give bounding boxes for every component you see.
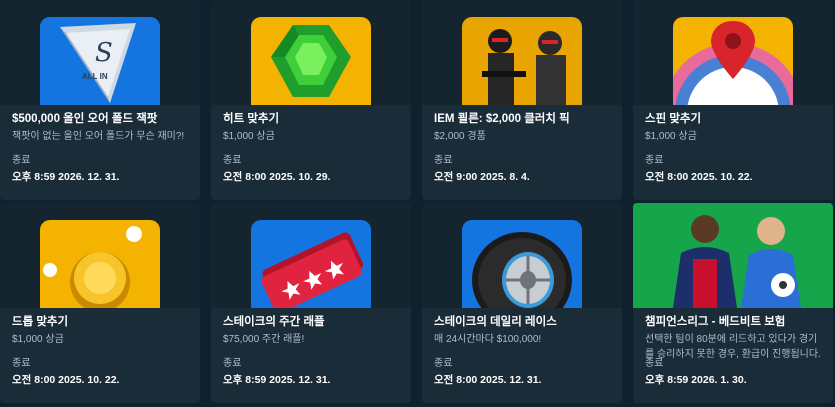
svg-text:ALL IN: ALL IN bbox=[82, 72, 108, 81]
end-time: 오후 8:59 2026. 1. 30. bbox=[645, 374, 747, 386]
promo-card-drop-match[interactable]: 드롭 맞추기 $1,000 상금 종료 오전 8:00 2025. 10. 22… bbox=[0, 203, 200, 403]
promo-subtitle: $75,000 주간 래플! bbox=[223, 334, 305, 345]
status-label: 종료 bbox=[223, 358, 242, 369]
status-label: 종료 bbox=[645, 358, 664, 369]
raffle-ticket-icon bbox=[251, 220, 371, 308]
promo-subtitle: $1,000 상금 bbox=[223, 131, 275, 142]
promo-end-info: 종료 오전 9:00 2025. 8. 4. bbox=[434, 154, 530, 184]
promo-title: 스테이크의 데일리 레이스 bbox=[434, 316, 557, 328]
plinko-ball-icon bbox=[40, 220, 160, 308]
end-time: 오전 9:00 2025. 8. 4. bbox=[434, 171, 530, 183]
all-in-chip-icon: S ALL IN bbox=[40, 17, 160, 105]
status-label: 종료 bbox=[434, 358, 453, 369]
end-time: 오후 8:59 2025. 12. 31. bbox=[223, 374, 331, 386]
promo-title: 스테이크의 주간 래플 bbox=[223, 316, 325, 328]
end-time: 오전 8:00 2025. 10. 22. bbox=[645, 171, 753, 183]
football-players-icon bbox=[633, 203, 833, 308]
end-time: 오전 8:00 2025. 12. 31. bbox=[434, 374, 542, 386]
promo-title: 히트 맞추기 bbox=[223, 113, 280, 125]
promo-subtitle: $2,000 경품 bbox=[434, 131, 486, 142]
racing-tire-icon bbox=[462, 220, 582, 308]
promo-end-info: 종료 오전 8:00 2025. 10. 29. bbox=[223, 154, 330, 184]
promo-end-info: 종료 오후 8:59 2025. 12. 31. bbox=[223, 357, 330, 387]
promo-card-daily-race[interactable]: 스테이크의 데일리 레이스 매 24시간마다 $100,000! 종료 오전 8… bbox=[422, 203, 622, 403]
promo-end-info: 종료 오전 8:00 2025. 10. 22. bbox=[645, 154, 752, 184]
promo-card-all-in-jackpot[interactable]: S ALL IN $500,000 올인 오어 폴드 잭팟 잭팟이 없는 올인 … bbox=[0, 0, 200, 200]
promo-end-info: 종료 오후 8:59 2026. 1. 30. bbox=[645, 357, 747, 387]
promo-subtitle: $1,000 상금 bbox=[645, 131, 697, 142]
emerald-gem-icon bbox=[251, 17, 371, 105]
status-label: 종료 bbox=[645, 155, 664, 166]
promo-title: 드롭 맞추기 bbox=[12, 316, 69, 328]
promo-title: $500,000 올인 오어 폴드 잭팟 bbox=[12, 113, 158, 125]
promo-end-info: 종료 오후 8:59 2026. 12. 31. bbox=[12, 154, 119, 184]
end-time: 오전 8:00 2025. 10. 29. bbox=[223, 171, 331, 183]
promo-card-hit-match[interactable]: 히트 맞추기 $1,000 상금 종료 오전 8:00 2025. 10. 29… bbox=[211, 0, 411, 200]
promo-end-info: 종료 오전 8:00 2025. 10. 22. bbox=[12, 357, 119, 387]
promo-subtitle: 잭팟이 없는 올인 오어 폴드가 무슨 재미?! bbox=[12, 131, 185, 142]
promotions-grid: S ALL IN $500,000 올인 오어 폴드 잭팟 잭팟이 없는 올인 … bbox=[0, 0, 835, 407]
promo-card-weekly-raffle[interactable]: 스테이크의 주간 래플 $75,000 주간 래플! 종료 오후 8:59 20… bbox=[211, 203, 411, 403]
status-label: 종료 bbox=[223, 155, 242, 166]
promo-title: IEM 쾰른: $2,000 클러치 픽 bbox=[434, 113, 570, 125]
promo-card-champions-league[interactable]: 챔피언스리그 - 베드비트 보험 선택한 팀이 80분에 리드하고 있다가 경기… bbox=[633, 203, 833, 403]
promo-subtitle: $1,000 상금 bbox=[12, 334, 64, 345]
esports-soldiers-icon bbox=[462, 17, 582, 105]
promo-card-spin-match[interactable]: 스핀 맞추기 $1,000 상금 종료 오전 8:00 2025. 10. 22… bbox=[633, 0, 833, 200]
map-pin-wheel-icon bbox=[673, 17, 793, 105]
end-time: 오후 8:59 2026. 12. 31. bbox=[12, 171, 120, 183]
end-time: 오전 8:00 2025. 10. 22. bbox=[12, 374, 120, 386]
status-label: 종료 bbox=[12, 155, 31, 166]
status-label: 종료 bbox=[434, 155, 453, 166]
promo-title: 챔피언스리그 - 베드비트 보험 bbox=[645, 316, 786, 328]
promo-title: 스핀 맞추기 bbox=[645, 113, 702, 125]
promo-end-info: 종료 오전 8:00 2025. 12. 31. bbox=[434, 357, 541, 387]
status-label: 종료 bbox=[12, 358, 31, 369]
promo-card-iem-cologne[interactable]: IEM 쾰른: $2,000 클러치 픽 $2,000 경품 종료 오전 9:0… bbox=[422, 0, 622, 200]
svg-text:S: S bbox=[95, 38, 113, 68]
promo-subtitle: 매 24시간마다 $100,000! bbox=[434, 334, 542, 345]
